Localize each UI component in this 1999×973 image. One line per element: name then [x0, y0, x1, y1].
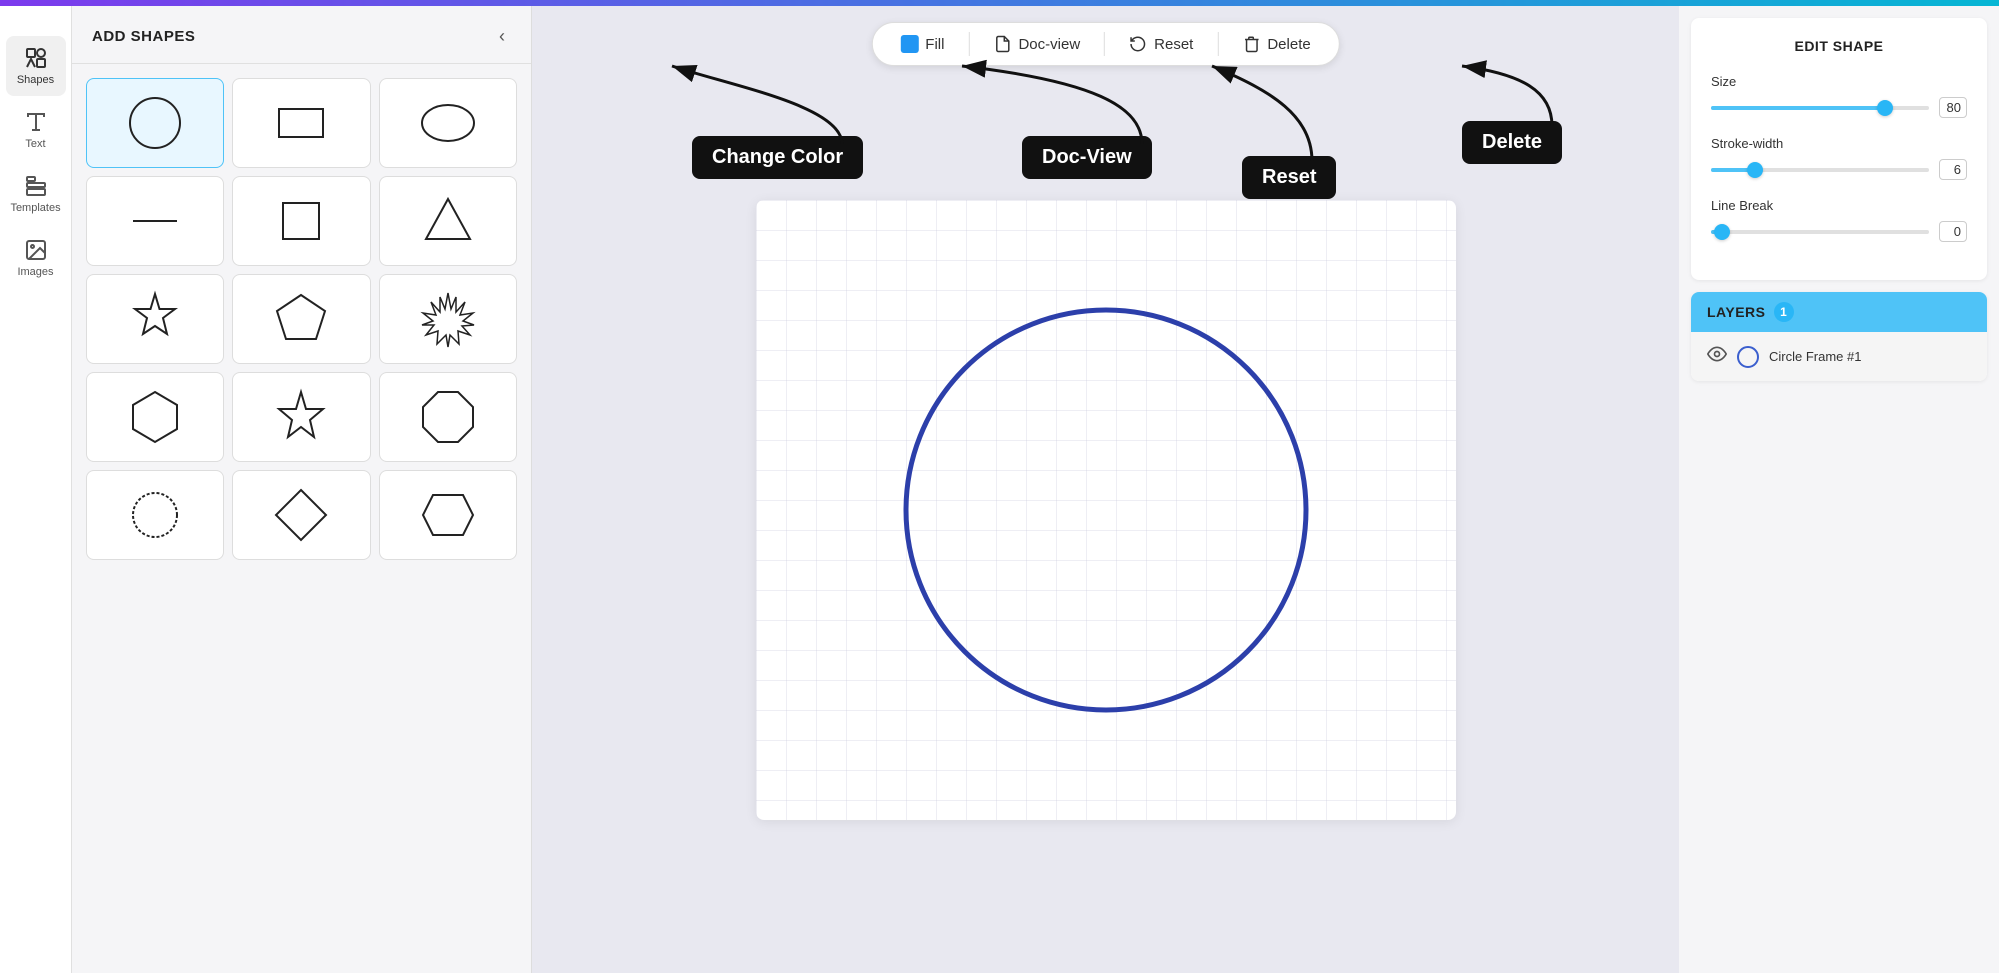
linebreak-slider-thumb[interactable]: [1714, 224, 1730, 240]
size-slider-row: Size 80: [1711, 74, 1967, 118]
layer-circle-icon: [1737, 346, 1759, 368]
shape-rectangle[interactable]: [232, 78, 370, 168]
reset-button[interactable]: Reset: [1121, 31, 1201, 57]
size-slider-fill: [1711, 106, 1885, 110]
right-panel: EDIT SHAPE Size 80 Stroke-width 6: [1679, 6, 1999, 973]
shape-star-burst[interactable]: [379, 274, 517, 364]
canvas-container: [532, 6, 1679, 973]
layer-name: Circle Frame #1: [1769, 349, 1861, 364]
sidebar-item-shapes[interactable]: Shapes: [6, 36, 66, 96]
stroke-slider-row: Stroke-width 6: [1711, 136, 1967, 180]
stroke-slider-container: 6: [1711, 159, 1967, 180]
linebreak-slider-row: Line Break 0: [1711, 198, 1967, 242]
doc-view-label: Doc-view: [1018, 36, 1080, 53]
shape-star6[interactable]: [86, 274, 224, 364]
collapse-button[interactable]: ‹: [493, 24, 511, 49]
size-label: Size: [1711, 74, 1967, 89]
fill-color-icon: [900, 35, 918, 53]
fill-button[interactable]: Fill: [892, 31, 952, 57]
sidebar-shapes-label: Shapes: [17, 74, 54, 86]
shape-hexagon-round[interactable]: [86, 372, 224, 462]
shapes-panel-header: ADD SHAPES ‹: [72, 6, 531, 64]
shape-ellipse[interactable]: [379, 78, 517, 168]
icon-sidebar: Shapes Text Templates Images: [0, 6, 72, 973]
sidebar-item-images[interactable]: Images: [6, 228, 66, 288]
reset-label: Reset: [1154, 36, 1193, 53]
stroke-slider-thumb[interactable]: [1747, 162, 1763, 178]
shapes-panel: ADD SHAPES ‹: [72, 6, 532, 973]
sidebar-images-label: Images: [17, 266, 53, 278]
sidebar-text-label: Text: [25, 138, 45, 150]
stroke-slider-track[interactable]: [1711, 168, 1929, 172]
delete-label: Delete: [1267, 36, 1310, 53]
delete-button[interactable]: Delete: [1234, 31, 1318, 57]
edit-shape-panel: EDIT SHAPE Size 80 Stroke-width 6: [1691, 18, 1987, 280]
shape-square[interactable]: [232, 176, 370, 266]
shape-star5[interactable]: [232, 372, 370, 462]
shapes-grid: [72, 64, 531, 574]
reset-icon: [1129, 35, 1147, 53]
stroke-label: Stroke-width: [1711, 136, 1967, 151]
edit-shape-title: EDIT SHAPE: [1711, 38, 1967, 54]
size-slider-container: 80: [1711, 97, 1967, 118]
shape-octagon[interactable]: [379, 372, 517, 462]
linebreak-slider-track[interactable]: [1711, 230, 1929, 234]
sidebar-templates-label: Templates: [10, 202, 60, 214]
canvas-circle-svg: [896, 300, 1316, 720]
shape-triangle[interactable]: [379, 176, 517, 266]
shape-hexagon-flat[interactable]: [379, 470, 517, 560]
delete-icon: [1242, 35, 1260, 53]
layers-panel: LAYERS 1 Circle Frame #1: [1691, 292, 1987, 381]
toolbar: Fill Doc-view Reset Delete: [871, 22, 1339, 66]
separator-1: [968, 32, 969, 56]
linebreak-label: Line Break: [1711, 198, 1967, 213]
linebreak-value: 0: [1939, 221, 1967, 242]
stroke-value: 6: [1939, 159, 1967, 180]
doc-view-icon: [993, 35, 1011, 53]
layers-title: LAYERS: [1707, 304, 1766, 320]
doc-view-button[interactable]: Doc-view: [985, 31, 1088, 57]
shape-pentagon[interactable]: [232, 274, 370, 364]
shape-jagged-circle[interactable]: [86, 470, 224, 560]
layer-item[interactable]: Circle Frame #1: [1691, 332, 1987, 381]
separator-2: [1104, 32, 1105, 56]
size-value: 80: [1939, 97, 1967, 118]
shape-diamond[interactable]: [232, 470, 370, 560]
layers-badge: 1: [1774, 302, 1794, 322]
separator-3: [1217, 32, 1218, 56]
sidebar-item-text[interactable]: Text: [6, 100, 66, 160]
top-gradient-bar: [0, 0, 1999, 6]
canvas-board[interactable]: [756, 200, 1456, 820]
shapes-panel-title: ADD SHAPES: [92, 28, 195, 45]
layers-header: LAYERS 1: [1691, 292, 1987, 332]
fill-label: Fill: [925, 36, 944, 53]
size-slider-track[interactable]: [1711, 106, 1929, 110]
shape-line[interactable]: [86, 176, 224, 266]
eye-icon[interactable]: [1707, 344, 1727, 369]
shape-circle[interactable]: [86, 78, 224, 168]
size-slider-thumb[interactable]: [1877, 100, 1893, 116]
sidebar-item-templates[interactable]: Templates: [6, 164, 66, 224]
linebreak-slider-container: 0: [1711, 221, 1967, 242]
main-area: Fill Doc-view Reset Delete: [532, 6, 1679, 973]
